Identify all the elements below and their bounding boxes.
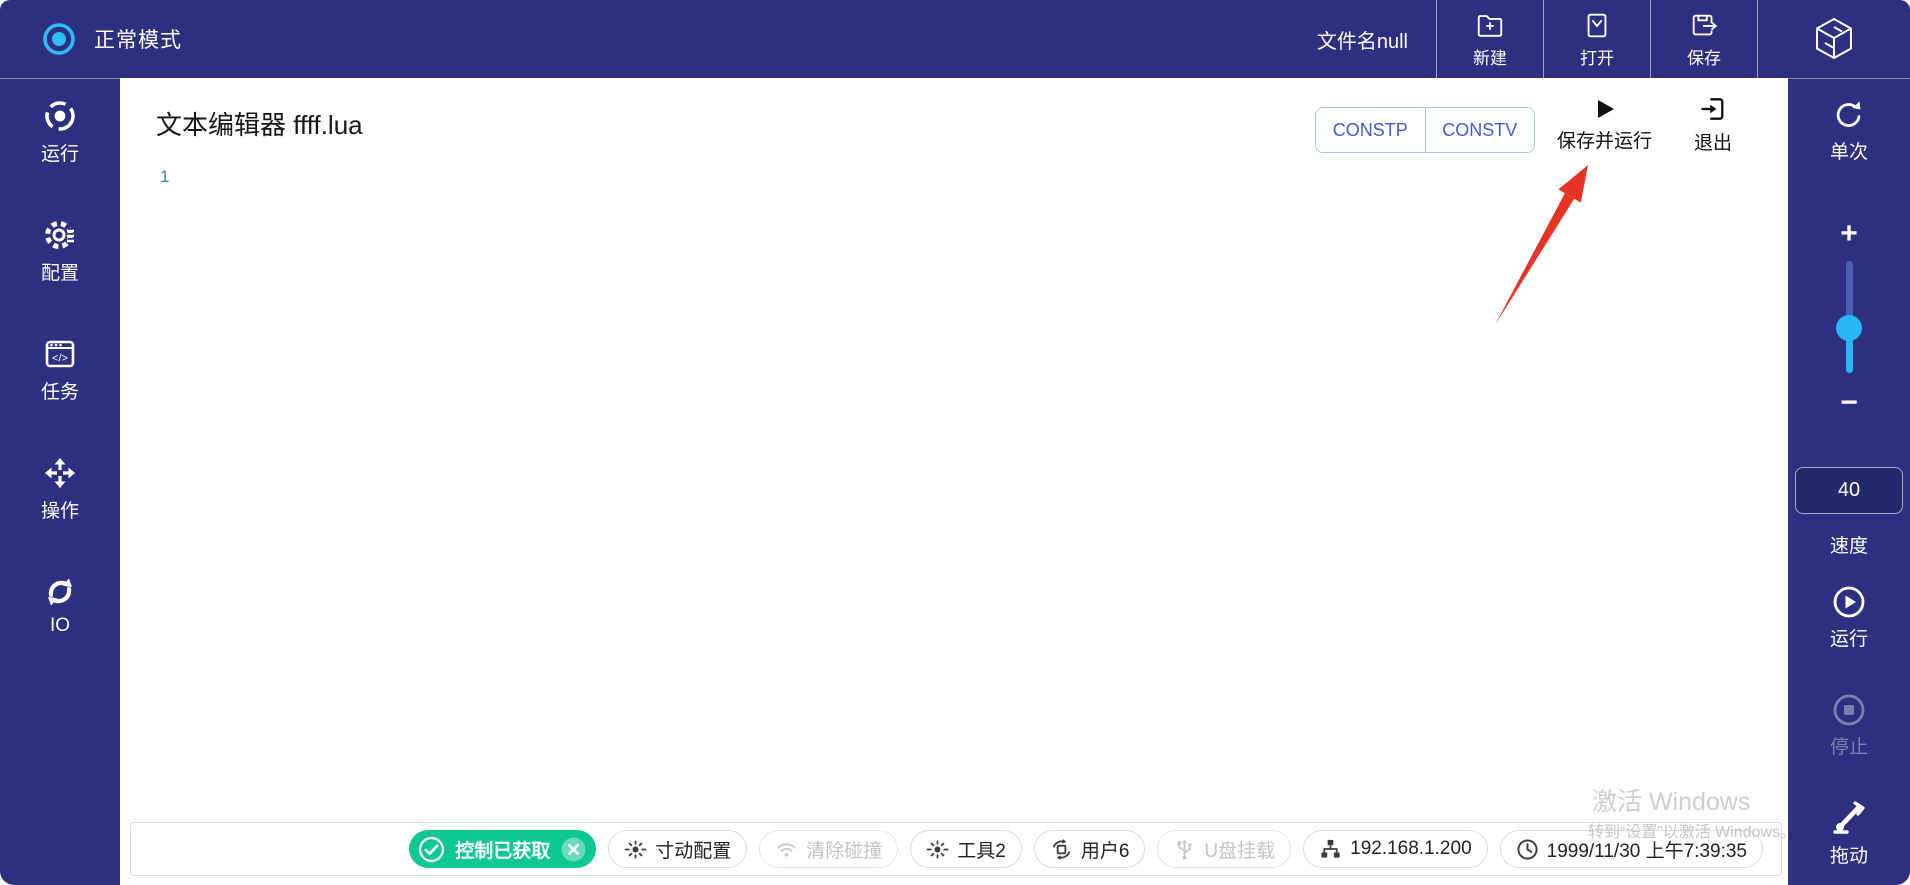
collision-wifi-icon — [775, 838, 798, 861]
control-acquired-label: 控制已获取 — [455, 836, 550, 863]
editor-title: 文本编辑器 ffff.lua — [156, 105, 363, 142]
new-file-label: 新建 — [1473, 44, 1507, 69]
sidebar-item-task[interactable]: </> 任务 — [41, 336, 79, 404]
mode-radio-icon[interactable] — [40, 20, 78, 58]
play-icon — [1594, 98, 1616, 120]
save-file-label: 保存 — [1687, 44, 1721, 69]
speed-label: 速度 — [1788, 531, 1910, 558]
clear-collision-label: 清除碰撞 — [806, 836, 882, 863]
top-bar: 正常模式 文件名null 新建 打开 — [0, 0, 1910, 78]
sidebar-item-label: 配置 — [41, 258, 79, 285]
circle-play-icon — [1831, 584, 1867, 620]
constp-button[interactable]: CONSTP — [1316, 108, 1426, 152]
const-button-group: CONSTP CONSTV — [1315, 107, 1535, 153]
single-cycle-button[interactable]: 单次 — [1788, 97, 1910, 164]
stop-program-label: 停止 — [1830, 732, 1868, 759]
ip-address-display: 192.168.1.200 — [1303, 830, 1488, 868]
exit-icon — [1698, 93, 1728, 125]
code-window-icon: </> — [42, 336, 78, 372]
sidebar-item-label: 任务 — [41, 377, 79, 404]
sidebar-item-label: 运行 — [41, 139, 79, 166]
cube-logo-icon — [1810, 15, 1858, 63]
user-frame-label: 用户6 — [1081, 836, 1130, 863]
constv-button[interactable]: CONSTV — [1426, 108, 1535, 152]
svg-text:</>: </> — [52, 353, 68, 365]
datetime-display: 1999/11/30 上午7:39:35 — [1500, 830, 1763, 868]
exit-label: 退出 — [1694, 128, 1732, 155]
run-program-button[interactable]: 运行 — [1788, 584, 1910, 651]
speed-value-display: 40 — [1795, 467, 1903, 514]
status-bar: 控制已获取 寸动配置 清除碰撞 — [130, 822, 1782, 876]
jog-config-button[interactable]: 寸动配置 — [608, 830, 747, 868]
open-file-button[interactable]: 打开 — [1543, 0, 1650, 78]
usb-mount-button[interactable]: U盘挂载 — [1157, 830, 1291, 868]
new-folder-icon — [1475, 10, 1505, 40]
tool-brightness-icon — [926, 838, 949, 861]
clock-icon — [1516, 838, 1539, 861]
save-file-button[interactable]: 保存 — [1650, 0, 1757, 78]
sidebar-item-config[interactable]: 配置 — [41, 217, 79, 285]
open-file-label: 打开 — [1580, 44, 1614, 69]
drag-robot-arm-icon — [1830, 799, 1868, 837]
jog-config-label: 寸动配置 — [655, 836, 731, 863]
sidebar-item-operate[interactable]: 操作 — [41, 455, 79, 523]
swap-icon — [42, 574, 78, 610]
sidebar-item-io[interactable]: IO — [42, 574, 78, 637]
tool-label: 工具2 — [957, 836, 1006, 863]
speed-plus-button[interactable]: + — [1788, 219, 1910, 249]
sidebar-item-label: IO — [50, 615, 70, 637]
release-control-close-icon[interactable] — [560, 836, 587, 863]
mode-label: 正常模式 — [94, 24, 182, 54]
save-icon — [1689, 10, 1719, 40]
refresh-loop-icon — [1831, 97, 1867, 133]
code-editor-area[interactable] — [180, 163, 1758, 825]
slider-thumb[interactable] — [1836, 315, 1862, 341]
stop-program-button[interactable]: 停止 — [1788, 692, 1910, 759]
topbar-actions: 文件名null 新建 打开 — [1317, 0, 1910, 78]
editor-panel: 文本编辑器 ffff.lua 1 CONSTP CONSTV 保存并运行 退出 — [120, 78, 1788, 885]
open-file-icon — [1582, 10, 1612, 40]
save-and-run-button[interactable]: 保存并运行 — [1537, 98, 1672, 153]
save-and-run-label: 保存并运行 — [1557, 126, 1652, 153]
clear-collision-button[interactable]: 清除碰撞 — [759, 830, 898, 868]
single-cycle-label: 单次 — [1830, 137, 1868, 164]
speed-minus-button[interactable]: − — [1788, 388, 1910, 418]
editor-line-number: 1 — [160, 167, 169, 187]
usb-icon — [1173, 838, 1196, 861]
app-logo — [1757, 0, 1910, 78]
drag-teach-button[interactable]: 拖动 — [1788, 799, 1910, 868]
user-frame-button[interactable]: 用户6 — [1034, 830, 1146, 868]
right-sidebar: 单次 + − 40 速度 运行 停止 — [1788, 78, 1910, 885]
new-file-button[interactable]: 新建 — [1436, 0, 1543, 78]
tool-button[interactable]: 工具2 — [910, 830, 1022, 868]
filename-label: 文件名null — [1317, 0, 1436, 78]
sidebar-item-run[interactable]: 运行 — [41, 98, 79, 166]
check-circle-icon — [418, 836, 445, 863]
datetime-label: 1999/11/30 上午7:39:35 — [1547, 836, 1747, 863]
exit-button[interactable]: 退出 — [1673, 93, 1753, 155]
usb-mount-label: U盘挂载 — [1204, 836, 1275, 863]
speed-slider[interactable] — [1788, 261, 1910, 373]
mode-indicator: 正常模式 — [0, 0, 1317, 78]
left-sidebar: 运行 配置 </> 任务 — [0, 78, 120, 885]
network-lan-icon — [1319, 838, 1342, 861]
move-icon — [42, 455, 78, 491]
gear-icon — [42, 217, 78, 253]
control-acquired-badge: 控制已获取 — [409, 830, 596, 868]
run-program-label: 运行 — [1830, 624, 1868, 651]
circle-stop-icon — [1831, 692, 1867, 728]
rotate-frame-icon — [1050, 838, 1073, 861]
jog-brightness-icon — [624, 838, 647, 861]
ip-address-label: 192.168.1.200 — [1350, 838, 1472, 860]
drag-teach-label: 拖动 — [1830, 841, 1868, 868]
sidebar-item-label: 操作 — [41, 496, 79, 523]
target-run-icon — [42, 98, 78, 134]
